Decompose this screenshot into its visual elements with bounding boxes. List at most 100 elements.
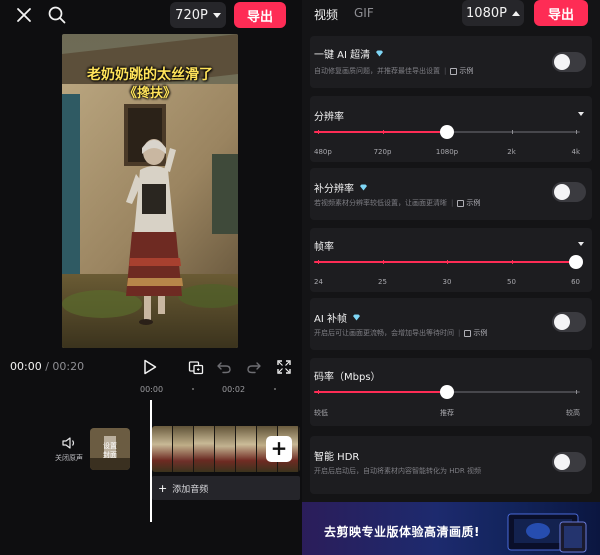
mute-original-audio-button[interactable]: 关闭原声	[52, 436, 86, 463]
ruler-tick	[274, 388, 276, 390]
tick-label: 50	[507, 278, 516, 286]
tick-label: 2k	[507, 148, 516, 156]
slider-thumb[interactable]	[440, 385, 454, 399]
tick-label: 25	[378, 278, 387, 286]
slider-thumb[interactable]	[440, 125, 454, 139]
editor-top-bar: 720P 导出	[0, 0, 302, 30]
example-link[interactable]: 示例	[464, 328, 487, 338]
row-title: 一键 AI 超清	[314, 46, 384, 61]
ruler-label: 00:02	[222, 385, 246, 394]
separator: |	[444, 67, 447, 75]
mute-original-audio-label: 关闭原声	[55, 454, 83, 462]
time-separator: /	[41, 360, 53, 373]
time-current: 00:00	[10, 360, 42, 373]
example-link[interactable]: 示例	[450, 66, 473, 76]
speaker-icon	[62, 437, 75, 449]
chevron-down-icon[interactable]	[578, 242, 584, 246]
bitrate-tick-labels: 较低 推荐 较高	[314, 408, 580, 418]
frame-rate-slider[interactable]	[314, 254, 583, 270]
chevron-up-icon	[511, 10, 520, 16]
one-key-ai-hd-row: 一键 AI 超清 自动修复画质问题，并推荐最佳导出设置 | 示例	[310, 36, 592, 88]
chevron-down-icon	[212, 12, 221, 18]
smart-hdr-row: 智能 HDR 开启后启动后，自动将素材内容智能转化为 HDR 视频	[310, 436, 592, 494]
undo-icon[interactable]	[214, 358, 234, 376]
play-icon[interactable]	[140, 358, 160, 376]
example-label: 示例	[473, 329, 488, 337]
tab-gif[interactable]: GIF	[354, 6, 374, 20]
keyframe-icon[interactable]	[186, 358, 206, 376]
fullscreen-icon[interactable]	[274, 358, 294, 376]
search-icon[interactable]	[46, 4, 68, 26]
example-link[interactable]: 示例	[457, 198, 480, 208]
resolution-dropdown[interactable]: 720P	[170, 2, 226, 28]
timeline-ruler: 00:00 00:02	[0, 382, 302, 396]
editor-pane: 720P 导出 老奶奶跳的太丝滑了 《搀扶》 00:00 / 00:20 00:…	[0, 0, 302, 555]
smart-hdr-desc: 开启后启动后，自动将素材内容智能转化为 HDR 视频	[314, 467, 481, 475]
slider-thumb[interactable]	[569, 255, 583, 269]
video-preview[interactable]: 老奶奶跳的太丝滑了 《搀扶》	[62, 34, 238, 348]
slider-tick-mark	[382, 260, 384, 264]
vip-gem-icon	[360, 184, 367, 191]
toggle-knob	[554, 314, 570, 330]
resolution-slider[interactable]	[314, 124, 580, 140]
pro-version-banner[interactable]: 去剪映专业版体验高清画质!	[302, 502, 600, 555]
ai-frame-interpolation-title: AI 补帧	[314, 314, 347, 325]
smart-hdr-title: 智能 HDR	[314, 452, 360, 463]
add-audio-button[interactable]: + 添加音频	[152, 476, 300, 500]
tick-label: 较低	[314, 409, 328, 417]
frame-rate-tick-labels: 24 25 30 50 60	[314, 278, 580, 288]
frame-rate-row: 帧率 24 25 30 50 60	[310, 228, 592, 292]
ruler-label: 00:00	[140, 385, 164, 394]
vip-gem-icon	[376, 50, 384, 57]
upscale-row: 补分辨率 若视频素材分辨率较低设置，让画面更清晰 | 示例	[310, 168, 592, 220]
example-icon	[450, 67, 458, 75]
plus-icon: +	[158, 481, 168, 495]
slider-fill	[314, 261, 576, 263]
tick-label: 1080p	[435, 148, 459, 156]
redo-icon[interactable]	[244, 358, 264, 376]
bitrate-slider[interactable]	[314, 384, 580, 400]
bitrate-row: 码率（Mbps） 较低 推荐 较高	[310, 358, 592, 426]
add-clip-button[interactable]: +	[266, 436, 292, 462]
ai-frame-interpolation-desc: 开启后可让画面更流畅，会增加导出等待时间	[314, 329, 454, 337]
slider-tick-mark	[447, 260, 448, 264]
set-cover-button[interactable]: 设置 封面	[90, 428, 130, 470]
tick-label: 24	[314, 278, 323, 286]
close-icon[interactable]	[14, 5, 34, 25]
upscale-title: 补分辨率	[314, 184, 354, 195]
slider-tick-mark	[511, 260, 513, 264]
slider-fill	[314, 131, 447, 133]
resolution-tick-labels: 480p 720p 1080p 2k 4k	[314, 148, 580, 158]
smart-hdr-toggle[interactable]	[552, 452, 586, 472]
slider-tick-mark	[318, 130, 319, 134]
example-label: 示例	[466, 199, 481, 207]
upscale-toggle[interactable]	[552, 182, 586, 202]
toggle-knob	[554, 54, 570, 70]
tab-video[interactable]: 视频	[314, 6, 338, 23]
row-description: 开启后可让画面更流畅，会增加导出等待时间 | 示例	[314, 328, 487, 338]
clip-frame	[236, 426, 257, 472]
clip-frame	[173, 426, 194, 472]
ruler-tick	[192, 388, 194, 390]
vip-gem-icon	[352, 314, 360, 321]
slider-tick-mark	[576, 130, 577, 134]
export-button[interactable]: 导出	[234, 2, 286, 28]
frame-rate-title: 帧率	[314, 242, 334, 253]
slider-tick-mark	[382, 130, 384, 134]
resolution-value: 720P	[175, 7, 208, 23]
playhead[interactable]	[150, 400, 152, 522]
caption-line-2: 《搀扶》	[123, 86, 176, 101]
slider-tick-mark	[318, 390, 319, 394]
export-resolution-value: 1080P	[466, 5, 507, 21]
one-key-ai-hd-desc: 自动修复画质问题，并推荐最佳导出设置	[314, 67, 440, 75]
caption-line-1: 老奶奶跳的太丝滑了	[87, 67, 213, 83]
export-button[interactable]: 导出	[534, 0, 588, 26]
ai-frame-interpolation-toggle[interactable]	[552, 312, 586, 332]
cover-label-line-2: 封面	[103, 451, 117, 459]
cover-label-line-1: 设置	[103, 442, 117, 450]
upscale-desc: 若视频素材分辨率较低设置，让画面更清晰	[314, 199, 447, 207]
one-key-ai-hd-toggle[interactable]	[552, 52, 586, 72]
banner-text: 去剪映专业版体验高清画质!	[324, 525, 480, 539]
export-resolution-dropdown[interactable]: 1080P	[462, 0, 524, 26]
chevron-down-icon[interactable]	[578, 112, 584, 116]
